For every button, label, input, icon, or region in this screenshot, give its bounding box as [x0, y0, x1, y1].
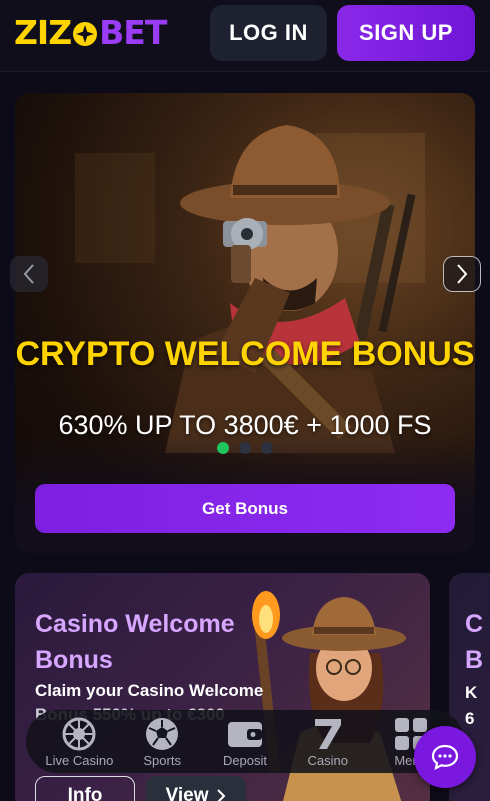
card2-description-partial: K 6 — [465, 683, 478, 728]
chevron-right-icon — [217, 789, 226, 801]
carousel-dot-1[interactable] — [217, 442, 229, 454]
carousel-dots — [217, 442, 273, 454]
hero-title: CRYPTO WELCOME BONUS — [15, 335, 475, 373]
nav-label-casino: Casino — [307, 752, 349, 768]
wallet-icon — [227, 721, 262, 747]
hero-subtitle: 630% UP TO 3800€ + 1000 FS — [58, 410, 432, 440]
carousel-next-button[interactable] — [443, 256, 481, 292]
carousel-dot-3[interactable] — [261, 442, 273, 454]
card-title: Casino Welcome Bonus — [35, 606, 255, 678]
carousel-dot-2[interactable] — [239, 442, 251, 454]
logo-star-icon — [73, 22, 98, 46]
nav-item-sports[interactable]: Sports — [122, 716, 202, 768]
nav-item-casino[interactable]: Casino — [288, 716, 368, 768]
bottom-navigation: Live Casino Sports Deposit Casino Menu — [26, 710, 464, 773]
zizobet-logo[interactable]: ZIZ BET — [14, 13, 167, 52]
nav-label-live-casino: Live Casino — [45, 752, 114, 768]
card2-title-partial: C B — [465, 610, 484, 674]
cowboy-illustration — [75, 125, 425, 453]
nav-label-sports: Sports — [143, 752, 181, 768]
logo-text-bet: BET — [99, 13, 167, 52]
header: ZIZ BET LOG IN SIGN UP — [0, 0, 490, 72]
chevron-left-icon — [23, 264, 34, 284]
chevron-right-icon — [457, 264, 468, 284]
info-button[interactable]: Info — [35, 776, 135, 801]
hero-banner[interactable]: CRYPTO WELCOME BONUS 630% UP TO 3800€ + … — [15, 93, 475, 553]
get-bonus-button[interactable]: Get Bonus — [35, 484, 455, 533]
card-description: Claim your Casino Welcome — [35, 681, 264, 700]
nav-item-live-casino[interactable]: Live Casino — [39, 716, 119, 768]
nav-label-deposit: Deposit — [222, 752, 268, 768]
view-button-label: View — [165, 785, 209, 801]
chat-bubble-icon — [431, 744, 459, 770]
login-button[interactable]: LOG IN — [210, 5, 327, 61]
roulette-icon — [62, 717, 96, 750]
live-chat-button[interactable] — [414, 726, 476, 788]
view-button[interactable]: View — [146, 776, 246, 801]
seven-icon — [314, 718, 341, 749]
carousel-prev-button[interactable] — [10, 256, 48, 292]
signup-button[interactable]: SIGN UP — [337, 5, 475, 61]
soccer-ball-icon — [146, 717, 179, 750]
card-title-text: Casino Welcome Bonus — [35, 610, 235, 674]
nav-item-deposit[interactable]: Deposit — [205, 716, 285, 768]
logo-text-zi: ZIZ — [14, 13, 72, 52]
